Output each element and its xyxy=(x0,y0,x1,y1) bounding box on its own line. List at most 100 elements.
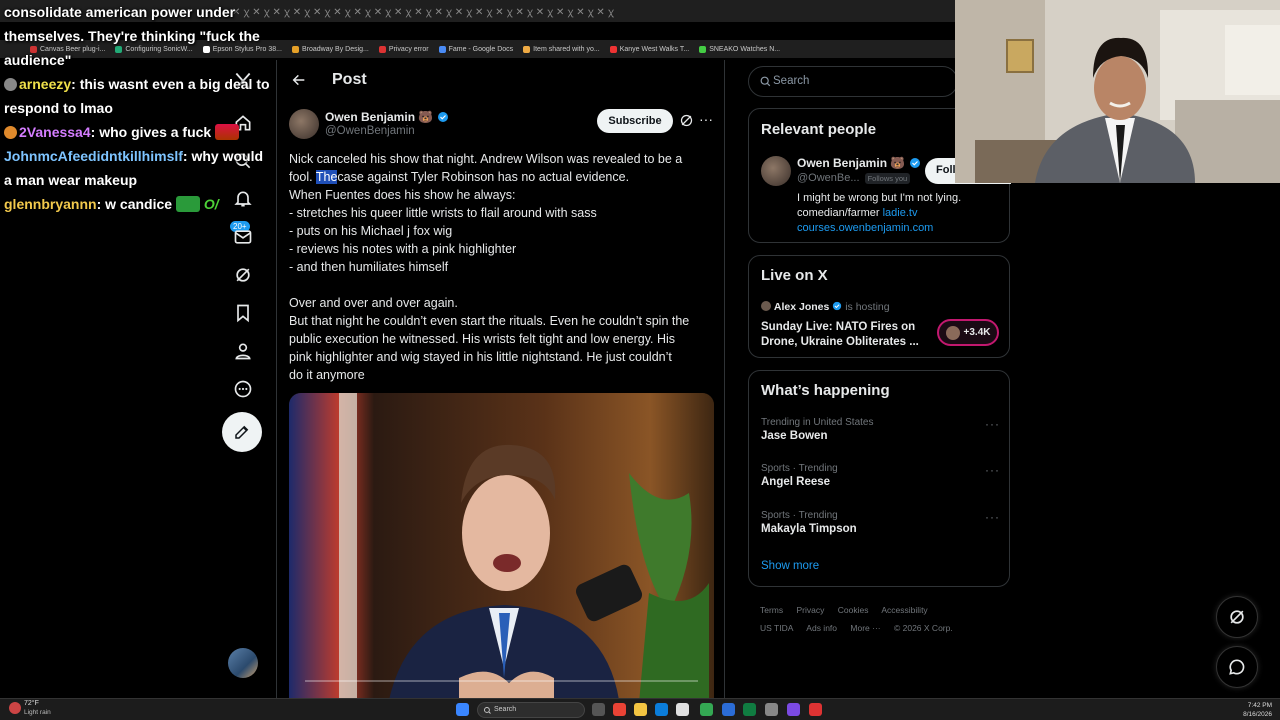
bookmark-item[interactable]: Fame - Google Docs xyxy=(438,45,513,53)
show-more-link[interactable]: Show more xyxy=(761,560,819,572)
selected-text: The xyxy=(315,170,338,184)
footer-link[interactable]: Privacy xyxy=(797,605,825,615)
trend-item[interactable]: Trending in United States Jase Bowen xyxy=(761,417,873,442)
copyright-text: © 2026 X Corp. xyxy=(894,623,953,633)
post-line: pink highlighter and wig stayed in his l… xyxy=(289,350,672,364)
author-handle[interactable]: @OwenBenjamin xyxy=(325,125,415,137)
weather-temp: 72°F xyxy=(24,700,39,707)
trend-more-icon[interactable]: ··· xyxy=(985,417,1000,431)
video-frame-illustration xyxy=(289,393,714,700)
footer-link[interactable]: Accessibility xyxy=(881,605,927,615)
verified-badge-icon xyxy=(437,112,448,122)
author-avatar[interactable] xyxy=(289,109,319,139)
search-placeholder: Search xyxy=(773,75,810,87)
sidebar-footer: Terms Privacy Cookies Accessibility US T… xyxy=(760,601,1000,637)
bookmark-item[interactable]: Privacy error xyxy=(378,45,429,53)
footer-link[interactable]: US TIDA xyxy=(760,623,793,633)
compose-post-button[interactable] xyxy=(222,412,262,452)
post-line: - reviews his notes with a pink highligh… xyxy=(289,242,517,256)
stream-chat-overlay: consolidate american power under themsel… xyxy=(4,0,272,216)
post-line: public execution he witnessed. His wrist… xyxy=(289,332,676,346)
tab-close-icon[interactable]: ✕ ꭓ ✕ ꭓ ✕ ꭓ ✕ ꭓ ✕ ꭓ ✕ ꭓ ✕ ꭓ ✕ ꭓ ✕ ꭓ ✕ ꭓ … xyxy=(232,4,614,18)
chat-username: glennbryannn xyxy=(4,196,97,212)
file-explorer-icon[interactable] xyxy=(634,703,647,716)
profile-icon[interactable] xyxy=(230,338,256,364)
person-avatar[interactable] xyxy=(761,156,791,186)
grok-explain-icon[interactable] xyxy=(679,113,694,128)
live-host[interactable]: Alex Jones is hosting xyxy=(761,301,890,313)
weather-icon[interactable] xyxy=(9,702,21,714)
taskbar-search[interactable]: Search xyxy=(477,702,585,718)
windows-taskbar: 72°F Light rain Search 7:42 PM 8/16/2026 xyxy=(0,698,1280,720)
app-icon[interactable] xyxy=(787,703,800,716)
footer-link[interactable]: More ··· xyxy=(850,623,880,633)
author-name[interactable]: Owen Benjamin 🐻 xyxy=(325,110,449,124)
post-line: Nick canceled his show that night. Andre… xyxy=(289,152,683,166)
page-title: Post xyxy=(332,71,367,88)
post-blank-line xyxy=(289,276,717,294)
live-title[interactable]: Sunday Live: NATO Fires on Drone, Ukrain… xyxy=(761,320,919,350)
bio-link[interactable]: ladie.tv xyxy=(883,207,918,219)
messages-float-button[interactable] xyxy=(1216,646,1258,688)
person-name[interactable]: Owen Benjamin 🐻 xyxy=(797,156,921,170)
account-avatar[interactable] xyxy=(228,648,258,678)
follows-you-badge: Follows you xyxy=(864,173,911,184)
live-on-x-card: Live on X Alex Jones is hosting Sunday L… xyxy=(748,255,1010,358)
bookmark-item[interactable]: SNEAKO Watches N... xyxy=(699,45,780,53)
store-app-icon[interactable] xyxy=(676,703,689,716)
footer-link[interactable]: Cookies xyxy=(838,605,869,615)
post-line: fool. Thecase against Tyler Robinson has… xyxy=(289,170,630,184)
chat-message: consolidate american power under themsel… xyxy=(4,4,260,68)
chat-message: 2Vanessa4: who gives a fuck xyxy=(4,120,272,144)
chat-username: JohnmcAfeedidntkillhimslf xyxy=(4,148,183,164)
footer-link[interactable]: Terms xyxy=(760,605,783,615)
app-icon[interactable] xyxy=(765,703,778,716)
messages-icon[interactable] xyxy=(230,224,256,250)
bookmark-item[interactable]: Item shared with yo... xyxy=(523,45,600,53)
start-windows-icon[interactable] xyxy=(456,703,469,716)
listener-avatar xyxy=(945,325,960,340)
chrome-alt-app-icon[interactable] xyxy=(700,703,713,716)
trend-item[interactable]: Sports · Trending Angel Reese xyxy=(761,463,838,488)
trend-more-icon[interactable]: ··· xyxy=(985,510,1000,524)
bookmark-item[interactable]: Kanye West Walks T... xyxy=(609,45,689,53)
chat-emote-glyph: O/ xyxy=(203,196,219,212)
trend-item[interactable]: Sports · Trending Makayla Timpson xyxy=(761,510,857,535)
post-line: - and then humiliates himself xyxy=(289,260,449,274)
card-title: What’s happening xyxy=(761,382,890,399)
grok-float-button[interactable] xyxy=(1216,596,1258,638)
app-icon[interactable] xyxy=(809,703,822,716)
person-bio: I might be wrong but I'm not lying. come… xyxy=(797,191,1002,236)
taskbar-clock[interactable]: 7:42 PM 8/16/2026 xyxy=(1243,701,1272,719)
post-line: But that night he couldn’t even start th… xyxy=(289,314,690,328)
chat-badge-icon xyxy=(4,126,17,139)
card-title: Relevant people xyxy=(761,121,877,138)
trend-more-icon[interactable]: ··· xyxy=(985,463,1000,477)
card-title: Live on X xyxy=(761,267,828,284)
bookmarks-icon[interactable] xyxy=(230,300,256,326)
edge-app-icon[interactable] xyxy=(655,703,668,716)
live-listeners-badge[interactable]: +3.4K xyxy=(937,319,999,346)
word-app-icon[interactable] xyxy=(722,703,735,716)
footer-link[interactable]: Ads info xyxy=(806,623,837,633)
chrome-app-icon[interactable] xyxy=(613,703,626,716)
excel-app-icon[interactable] xyxy=(743,703,756,716)
post-more-icon[interactable]: ··· xyxy=(699,112,713,126)
bio-link[interactable]: courses.owenbenjamin.com xyxy=(797,221,1002,236)
verified-badge-icon xyxy=(909,158,920,168)
post-line: When Fuentes does his show he always: xyxy=(289,188,516,202)
chat-username: 2Vanessa4 xyxy=(19,124,91,140)
compose-pencil-icon xyxy=(235,425,249,439)
post-body: Nick canceled his show that night. Andre… xyxy=(289,150,717,384)
post-video[interactable] xyxy=(289,393,714,700)
grok-icon[interactable] xyxy=(230,262,256,288)
more-options-icon[interactable] xyxy=(230,376,256,402)
bookmark-item[interactable]: Broadway By Desig... xyxy=(291,45,369,53)
task-view-icon[interactable] xyxy=(592,703,605,716)
bear-emoji: 🐻 xyxy=(890,156,906,170)
video-progress-bar[interactable] xyxy=(305,680,698,682)
subscribe-button[interactable]: Subscribe xyxy=(597,109,673,133)
post-line: - puts on his Michael j fox wig xyxy=(289,224,453,238)
back-arrow-icon[interactable] xyxy=(289,70,309,90)
search-input[interactable]: Search xyxy=(748,66,958,97)
